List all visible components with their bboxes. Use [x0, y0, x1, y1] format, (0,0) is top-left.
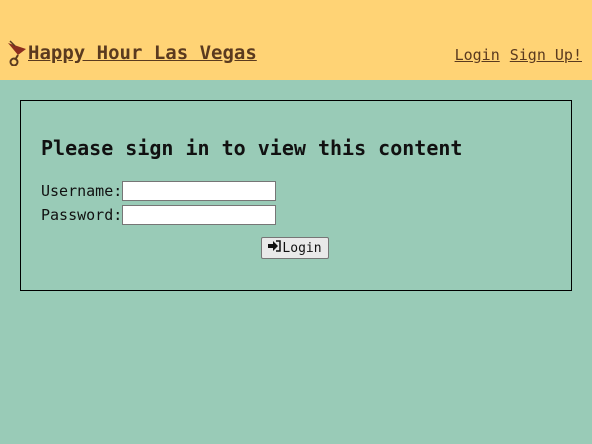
site-header: Happy Hour Las Vegas Login Sign Up!	[0, 0, 592, 80]
username-row: Username:	[41, 181, 277, 201]
site-title: Happy Hour Las Vegas	[28, 41, 257, 64]
password-row: Password:	[41, 205, 277, 225]
sign-in-icon	[268, 240, 282, 256]
cocktail-glass-icon	[7, 40, 28, 67]
site-home-link[interactable]: Happy Hour Las Vegas	[7, 40, 257, 67]
password-label: Password:	[41, 206, 123, 224]
password-field[interactable]	[122, 205, 277, 225]
header-nav: Login Sign Up!	[455, 46, 582, 64]
nav-signup-link[interactable]: Sign Up!	[510, 46, 582, 64]
page-title: Please sign in to view this content	[41, 136, 463, 160]
login-button-label: Login	[282, 240, 322, 256]
nav-login-link[interactable]: Login	[455, 46, 500, 64]
login-button[interactable]: Login	[261, 237, 329, 259]
login-panel: Please sign in to view this content User…	[20, 100, 572, 291]
username-field[interactable]	[122, 181, 277, 201]
username-label: Username:	[41, 182, 123, 200]
